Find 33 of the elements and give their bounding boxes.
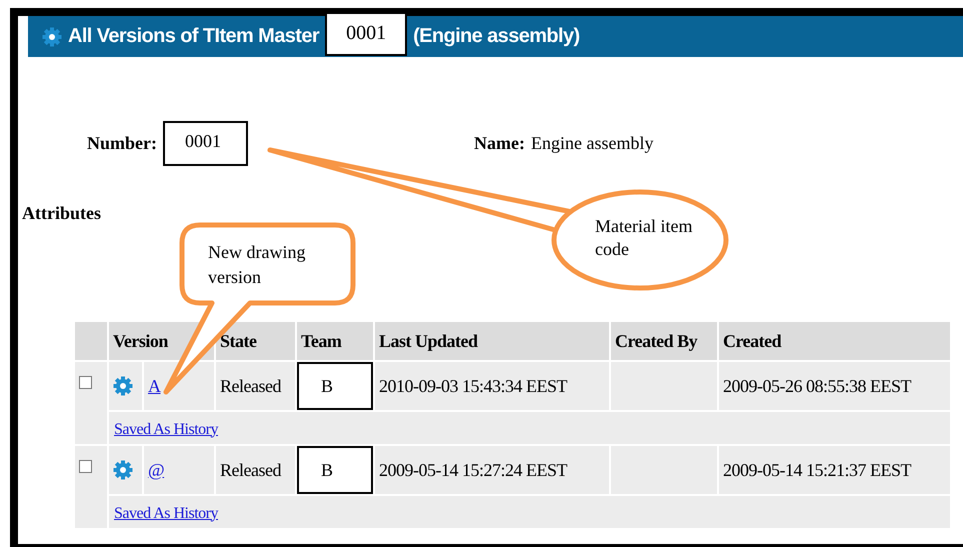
field-value: Engine assembly — [530, 132, 654, 154]
field-label: Number: — [87, 132, 157, 154]
column-header: State — [216, 322, 295, 360]
header-cell — [75, 322, 107, 360]
field-label: Name: — [474, 132, 525, 154]
team-cell: B — [297, 446, 373, 494]
version-link[interactable]: @ — [148, 460, 164, 480]
gear-icon — [113, 460, 133, 480]
table-cell: 2009-05-26 08:55:38 EEST — [719, 362, 950, 410]
version-link[interactable]: A — [148, 376, 160, 396]
table-cell: Released — [216, 446, 295, 494]
column-header: Created By — [611, 322, 717, 360]
section-heading: Attributes — [21, 203, 102, 224]
callout-text: Material item code — [595, 215, 694, 261]
callout-text: New drawing version — [208, 241, 306, 289]
page-title: (Engine assembly) — [413, 25, 580, 48]
table-cell: 2010-09-03 15:43:34 EEST — [375, 362, 609, 410]
gear-icon — [113, 376, 133, 396]
table-cell: 2009-05-14 15:27:24 EEST — [375, 446, 609, 494]
number-label: 0001 — [163, 120, 248, 166]
checkbox[interactable] — [79, 460, 92, 473]
history-link[interactable]: Saved As History — [114, 504, 218, 522]
column-header: Last Updated — [375, 322, 609, 360]
column-header: Team — [297, 322, 373, 360]
history-link[interactable]: Saved As History — [114, 420, 218, 438]
gear-icon — [42, 26, 62, 46]
table-cell: 2009-05-14 15:21:37 EEST — [719, 446, 950, 494]
page-title: All Versions of TItem Master — [68, 25, 320, 48]
table-cell: Released — [216, 362, 295, 410]
checkbox[interactable] — [79, 376, 92, 389]
number-label: 0001 — [325, 12, 408, 56]
team-cell: B — [297, 362, 373, 410]
column-header: Created — [719, 322, 950, 360]
